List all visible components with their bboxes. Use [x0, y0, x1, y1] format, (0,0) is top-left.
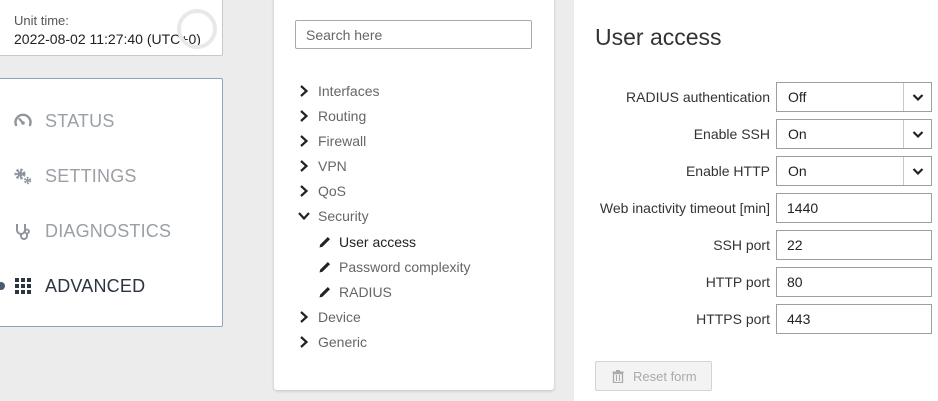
enable-ssh-label: Enable SSH	[693, 126, 770, 142]
page-title: User access	[595, 24, 722, 50]
chevron-down-icon	[903, 120, 931, 148]
nav-label-advanced: ADVANCED	[45, 275, 146, 296]
pencil-icon	[319, 262, 330, 273]
chevron-right-icon	[300, 185, 309, 197]
tree-item-routing[interactable]: Routing	[298, 106, 518, 126]
enable-http-select[interactable]: On	[776, 156, 932, 186]
tree-subitem-password-complexity[interactable]: Password complexity	[318, 257, 518, 277]
tree-subitem-radius[interactable]: RADIUS	[318, 282, 518, 302]
nav-item-status[interactable]: STATUS	[1, 101, 223, 141]
radius-auth-select[interactable]: Off	[776, 82, 932, 112]
unit-time-box: Unit time: 2022-08-02 11:27:40 (UTC+0)	[0, 0, 223, 56]
nav-label-settings: SETTINGS	[45, 165, 137, 186]
reset-form-label: Reset form	[633, 369, 697, 384]
tree-item-label: Device	[318, 309, 361, 325]
tree-item-label: Firewall	[318, 133, 367, 149]
enable-ssh-value: On	[788, 126, 807, 142]
enable-ssh-select[interactable]: On	[776, 119, 932, 149]
nav-item-settings[interactable]: SETTINGS	[1, 156, 223, 196]
unit-time-label: Unit time:	[14, 13, 69, 28]
tree-item-firewall[interactable]: Firewall	[298, 131, 518, 151]
nav-label-status: STATUS	[45, 110, 115, 131]
nav-item-diagnostics[interactable]: DIAGNOSTICS	[1, 211, 223, 251]
tree-subitem-label: Password complexity	[339, 259, 471, 275]
enable-http-label: Enable HTTP	[685, 163, 770, 179]
chevron-right-icon	[300, 85, 309, 97]
tree-item-vpn[interactable]: VPN	[298, 156, 518, 176]
chevron-right-icon	[300, 160, 309, 172]
tree-item-generic[interactable]: Generic	[298, 332, 518, 352]
radius-auth-label: RADIUS authentication	[626, 89, 770, 105]
tree-item-security[interactable]: Security	[298, 206, 518, 226]
tree-item-device[interactable]: Device	[298, 307, 518, 327]
enable-http-value: On	[788, 163, 807, 179]
chevron-down-icon	[903, 157, 931, 185]
chevron-down-icon	[903, 83, 931, 111]
chevron-right-icon	[300, 135, 309, 147]
stethoscope-icon	[16, 224, 30, 240]
chevron-down-icon	[298, 212, 310, 221]
chevron-right-icon	[300, 336, 309, 348]
unit-time-value: 2022-08-02 11:27:40 (UTC+0)	[14, 31, 201, 47]
tree-subitem-label: RADIUS	[339, 284, 392, 300]
pencil-icon	[319, 237, 330, 248]
nav-label-diagnostics: DIAGNOSTICS	[45, 220, 172, 241]
user-access-form: User access RADIUS authentication Off En…	[574, 0, 938, 401]
tree-item-label: Interfaces	[318, 83, 380, 99]
reset-form-button[interactable]: Reset form	[595, 361, 712, 391]
settings-tree-panel: Interfaces Routing Firewall VPN QoS Secu…	[274, 0, 554, 390]
pencil-icon	[319, 287, 330, 298]
nav-item-advanced[interactable]: ADVANCED	[1, 266, 223, 306]
tree-subitem-user-access[interactable]: User access	[318, 232, 518, 252]
web-inactivity-timeout-label: Web inactivity timeout [min]	[599, 200, 770, 216]
tree-item-label: Security	[318, 208, 369, 224]
tree-item-label: VPN	[318, 158, 347, 174]
gauge-icon	[14, 113, 32, 127]
http-port-label: HTTP port	[705, 274, 770, 290]
tree-item-interfaces[interactable]: Interfaces	[298, 81, 518, 101]
chevron-right-icon	[300, 311, 309, 323]
gears-icon	[14, 168, 32, 185]
web-inactivity-timeout-input[interactable]	[776, 193, 932, 223]
ssh-port-label: SSH port	[713, 237, 770, 253]
trash-icon	[612, 370, 624, 383]
tree-subitem-label: User access	[339, 234, 417, 250]
main-nav: STATUS SETTINGS DIAGNOSTICS ADVANCED	[0, 78, 223, 327]
tree-item-label: Routing	[318, 108, 367, 124]
https-port-input[interactable]	[776, 304, 932, 334]
tree-item-qos[interactable]: QoS	[298, 181, 518, 201]
https-port-label: HTTPS port	[696, 311, 770, 327]
radius-auth-value: Off	[788, 89, 807, 105]
ssh-port-input[interactable]	[776, 230, 932, 260]
spinner-icon	[177, 9, 217, 49]
search-input[interactable]	[295, 20, 532, 49]
tree-item-label: Generic	[318, 334, 368, 350]
chevron-right-icon	[300, 110, 309, 122]
tree-item-label: QoS	[318, 183, 347, 199]
http-port-input[interactable]	[776, 267, 932, 297]
grid-icon	[15, 278, 31, 294]
